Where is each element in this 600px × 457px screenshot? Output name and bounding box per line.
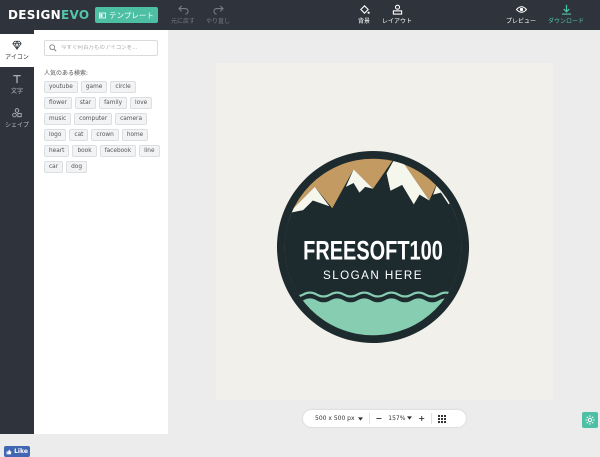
zoom-controls: − 157% +	[376, 414, 425, 423]
tag-love[interactable]: love	[130, 97, 153, 109]
logo-title: FREESOFT100	[303, 235, 443, 266]
tag-line[interactable]: line	[139, 145, 160, 157]
tag-music[interactable]: music	[44, 113, 72, 125]
caret-down-icon	[407, 416, 413, 420]
tag-crown[interactable]: crown	[91, 129, 119, 141]
download-button[interactable]: ダウンロード	[548, 4, 584, 25]
tag-car[interactable]: car	[44, 161, 64, 173]
template-icon	[99, 12, 107, 18]
background-button[interactable]: 背景	[358, 4, 370, 25]
layout-button[interactable]: レイアウト	[382, 4, 412, 25]
tag-cat[interactable]: cat	[69, 129, 89, 141]
shapes-icon	[12, 108, 22, 118]
grid-icon[interactable]	[438, 414, 447, 423]
thumbs-up-icon	[6, 449, 12, 454]
canvas-bottom-bar: 500 x 500 px − 157% +	[303, 410, 466, 427]
zoom-level-dropdown[interactable]: 157%	[388, 415, 413, 422]
popular-tags-list: youtube game circle flower star family love mus…	[44, 81, 162, 173]
tag-family[interactable]: family	[99, 97, 128, 109]
tag-facebook[interactable]: facebook	[99, 145, 137, 157]
top-toolbar: DESIGNEVO テンプレート 元に戻す やり直し 背景 レイアウト プレビュ…	[0, 0, 600, 30]
canvas-size-dropdown[interactable]: 500 x 500 px	[315, 415, 363, 422]
tag-flower[interactable]: flower	[44, 97, 72, 109]
paint-bucket-icon	[359, 5, 370, 14]
caret-down-icon	[357, 416, 363, 421]
icon-search-box[interactable]	[44, 40, 158, 56]
diamond-icon	[12, 40, 22, 50]
sidebar-item-text[interactable]: 文字	[0, 68, 34, 101]
settings-button[interactable]	[582, 412, 598, 428]
undo-button[interactable]: 元に戻す	[171, 4, 195, 25]
icon-search-input[interactable]	[61, 45, 157, 51]
tag-book[interactable]: book	[72, 145, 97, 157]
tag-circle[interactable]: circle	[110, 81, 136, 93]
search-icon	[49, 44, 57, 52]
redo-icon	[212, 5, 224, 15]
tag-dog[interactable]: dog	[66, 161, 88, 173]
sidebar-item-icons[interactable]: アイコン	[0, 34, 34, 67]
template-button[interactable]: テンプレート	[95, 7, 158, 23]
tag-home[interactable]: home	[121, 129, 149, 141]
text-icon	[13, 75, 21, 84]
design-canvas-area: FREESOFT100 SLOGAN HERE 500 x 500 px − 1…	[168, 30, 600, 434]
logo-design[interactable]: FREESOFT100 SLOGAN HERE	[276, 150, 470, 344]
sidebar-item-shapes[interactable]: シェイプ	[0, 102, 34, 135]
tag-star[interactable]: star	[74, 97, 97, 109]
tag-game[interactable]: game	[80, 81, 108, 93]
layout-icon	[392, 4, 402, 15]
preview-button[interactable]: プレビュー	[506, 4, 536, 25]
eye-icon	[515, 6, 527, 13]
facebook-like-button[interactable]: Like	[4, 446, 30, 457]
gear-icon	[585, 415, 595, 425]
download-icon	[561, 4, 571, 15]
tag-computer[interactable]: computer	[74, 113, 113, 125]
logo-slogan: SLOGAN HERE	[323, 269, 423, 282]
tag-youtube[interactable]: youtube	[44, 81, 78, 93]
left-sidebar: アイコン 文字 シェイプ Like	[0, 30, 34, 457]
tag-heart[interactable]: heart	[44, 145, 70, 157]
zoom-out-button[interactable]: −	[376, 414, 383, 423]
zoom-in-button[interactable]: +	[418, 414, 425, 423]
popular-searches-label: 人気のある検索:	[44, 70, 89, 77]
tag-camera[interactable]: camera	[115, 113, 147, 125]
tag-logo[interactable]: logo	[44, 129, 67, 141]
undo-icon	[177, 5, 189, 15]
app-logo[interactable]: DESIGNEVO	[8, 8, 89, 22]
redo-button[interactable]: やり直し	[206, 4, 230, 25]
icons-panel: 人気のある検索: youtubegamecircle flowerstarfami…	[34, 30, 168, 434]
